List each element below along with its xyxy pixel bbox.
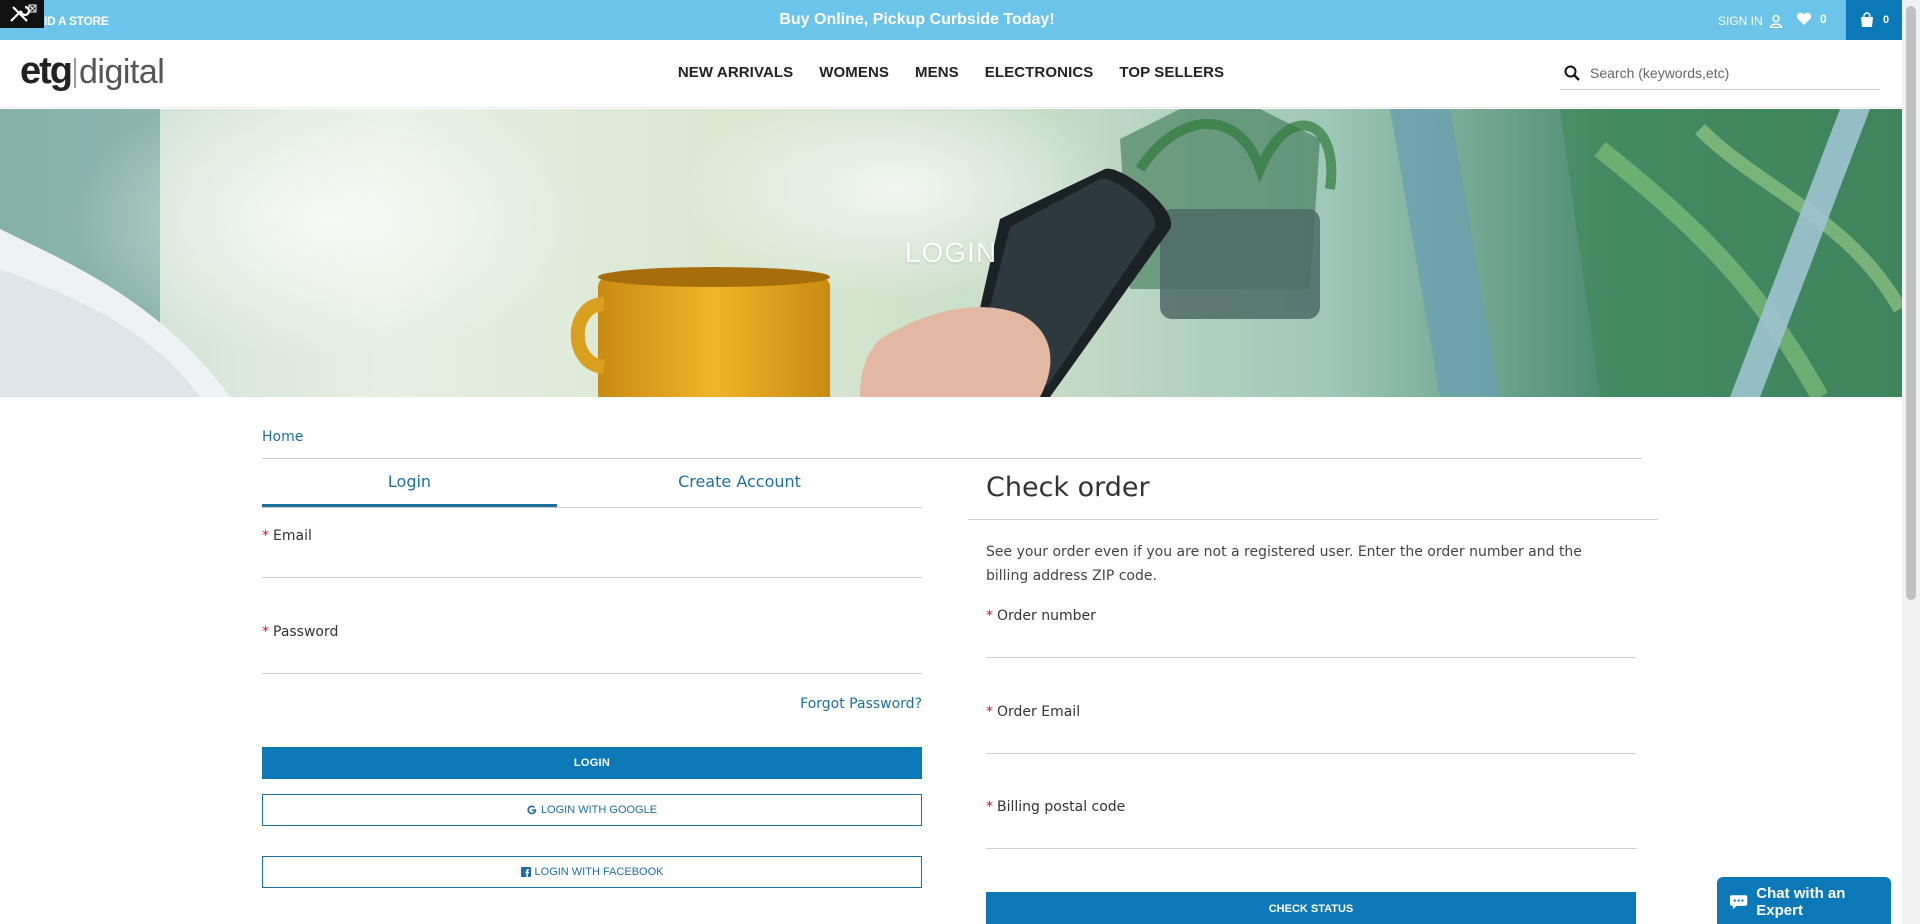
password-label-text: Password [273, 624, 339, 640]
tab-create-account[interactable]: Create Account [557, 462, 922, 507]
required-marker: * [986, 608, 993, 624]
search-input[interactable] [1590, 64, 1870, 81]
facebook-button-label: LOGIN WITH FACEBOOK [534, 866, 664, 878]
password-field: * Password [262, 624, 922, 674]
scrollbar-thumb[interactable] [1906, 6, 1916, 600]
email-field: * Email [262, 528, 922, 578]
login-with-facebook-button[interactable]: LOGIN WITH FACEBOOK [262, 856, 922, 888]
billing-postal-code-label: * Billing postal code [986, 799, 1636, 815]
order-number-field: * Order number [986, 608, 1636, 658]
login-button[interactable]: LOGIN [262, 747, 922, 779]
email-label-text: Email [273, 528, 312, 544]
order-email-input[interactable] [986, 720, 1636, 754]
sign-in-label: SIGN IN [1718, 14, 1763, 28]
chat-bubble-icon [1729, 895, 1748, 910]
login-with-google-button[interactable]: LOGIN WITH GOOGLE [262, 794, 922, 826]
google-icon [527, 805, 537, 815]
heart-icon [1796, 12, 1812, 25]
nav-mens[interactable]: MENS [915, 64, 959, 81]
promo-text: Buy Online, Pickup Curbside Today! [779, 11, 1055, 28]
order-number-label: * Order number [986, 608, 1636, 624]
order-email-label: * Order Email [986, 704, 1636, 720]
billing-postal-code-field: * Billing postal code [986, 799, 1636, 849]
breadcrumb: Home [262, 428, 1642, 459]
order-number-label-text: Order number [997, 608, 1096, 624]
sign-in-link[interactable]: SIGN IN [1718, 14, 1783, 28]
search-bar [1560, 56, 1880, 90]
cart-button[interactable]: 0 [1846, 0, 1902, 40]
chat-with-expert-button[interactable]: Chat with an Expert [1717, 877, 1891, 924]
required-marker: * [262, 624, 269, 640]
nav-electronics[interactable]: ELECTRONICS [985, 64, 1094, 81]
login-panel: Login Create Account * Email * Password Fo… [262, 462, 922, 888]
cart-count: 0 [1882, 14, 1890, 26]
search-icon[interactable] [1564, 65, 1580, 81]
page-title: LOGIN [904, 237, 998, 268]
order-email-label-text: Order Email [997, 704, 1081, 720]
nav-top-sellers[interactable]: TOP SELLERS [1119, 64, 1224, 81]
required-marker: * [262, 528, 269, 544]
google-button-label: LOGIN WITH GOOGLE [540, 804, 658, 816]
billing-postal-code-label-text: Billing postal code [997, 799, 1126, 815]
breadcrumb-home[interactable]: Home [262, 429, 303, 445]
check-order-description: See your order even if you are not a reg… [986, 544, 1582, 584]
email-input[interactable] [262, 544, 922, 578]
required-marker: * [986, 799, 993, 815]
chat-label: Chat with an Expert [1756, 885, 1846, 919]
wishlist-count: 0 [1820, 12, 1827, 26]
user-icon [1769, 14, 1782, 28]
wishlist-link[interactable]: 0 [1796, 12, 1827, 26]
billing-postal-code-input[interactable] [986, 815, 1636, 849]
site-header: etg digital NEW ARRIVALS WOMENS MENS ELE… [0, 40, 1902, 108]
forgot-password-link[interactable]: Forgot Password? [800, 696, 922, 712]
check-order-divider [968, 519, 1658, 520]
nav-womens[interactable]: WOMENS [819, 64, 889, 81]
check-order-title: Check order [986, 472, 1150, 503]
order-email-field: * Order Email [986, 704, 1636, 754]
email-label: * Email [262, 528, 922, 544]
password-label: * Password [262, 624, 922, 640]
top-promo-bar: ID A STORE Buy Online, Pickup Curbside T… [0, 0, 1920, 40]
tab-login[interactable]: Login [262, 462, 557, 507]
page-scrollbar[interactable] [1902, 0, 1920, 924]
hero-banner: LOGIN [0, 109, 1902, 397]
login-tabs: Login Create Account [262, 462, 922, 508]
password-input[interactable] [262, 640, 922, 674]
required-marker: * [986, 704, 993, 720]
facebook-icon [520, 867, 531, 877]
shopping-bag-icon [1860, 12, 1873, 27]
check-status-button[interactable]: CHECK STATUS [986, 892, 1636, 924]
nav-new-arrivals[interactable]: NEW ARRIVALS [678, 64, 793, 81]
order-number-input[interactable] [986, 624, 1636, 658]
